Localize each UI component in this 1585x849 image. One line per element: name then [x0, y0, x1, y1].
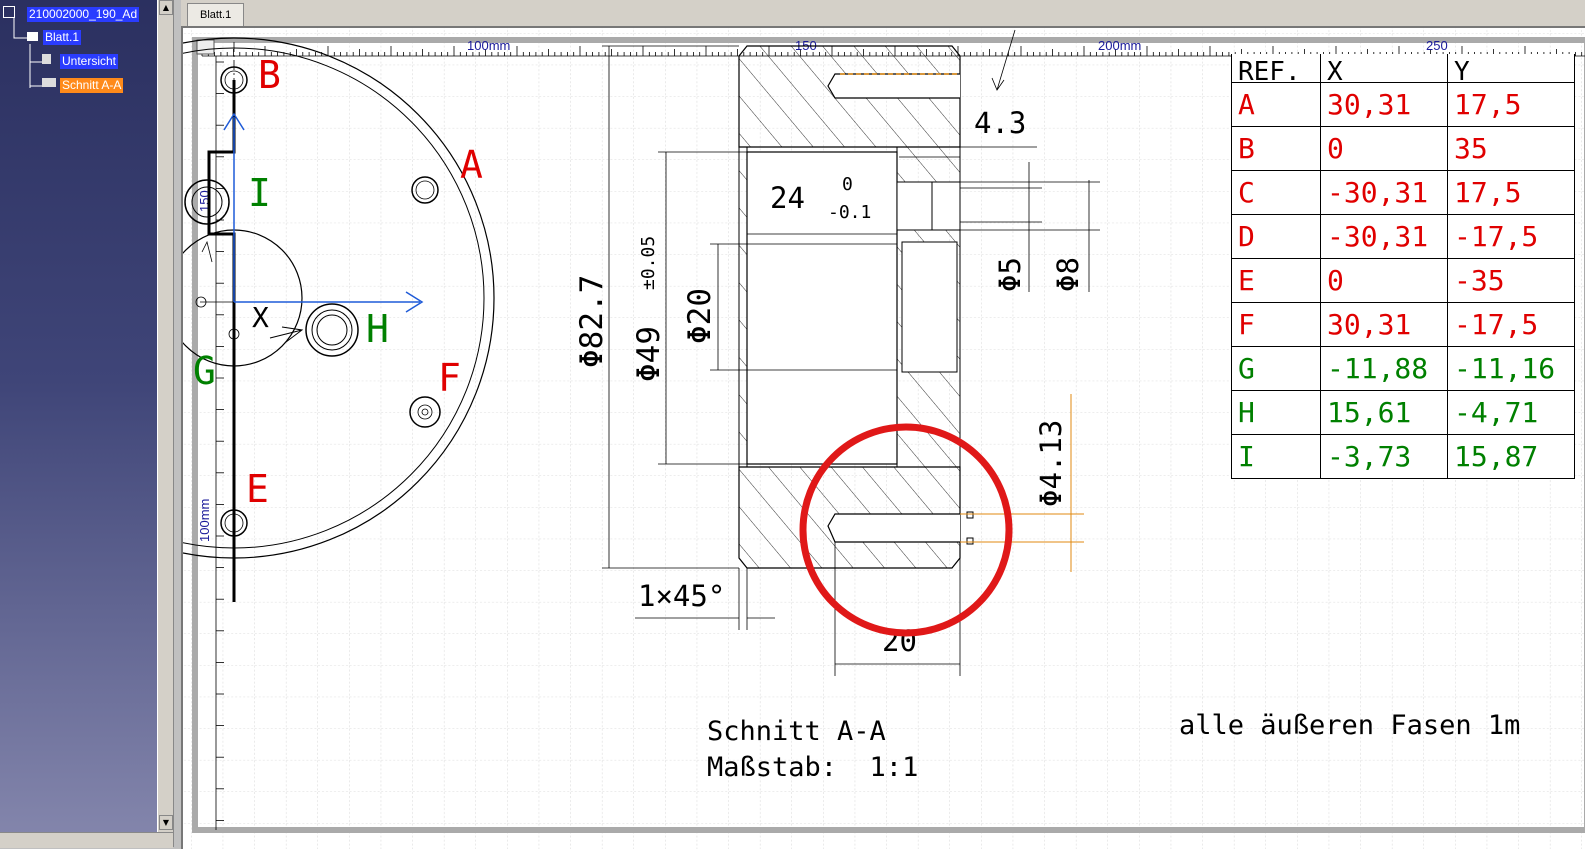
cell-x: -30,31 [1320, 170, 1448, 215]
dim-d20: Φ20 [682, 288, 718, 344]
specification-tree: 210002000_190_Ad Blatt.1 Untersicht Schn… [0, 0, 157, 847]
ruler-label-100: 100mm [467, 38, 510, 53]
chamfer-note: alle äußeren Fasen 1m [1179, 710, 1521, 741]
vruler-label-100: 100mm [197, 499, 212, 542]
table-header-row: REF. X Y [1231, 54, 1575, 83]
tab-blatt-1[interactable]: Blatt.1 [187, 3, 245, 26]
dim-d5: Φ5 [993, 257, 1027, 292]
table-row: F 30,31 -17,5 [1231, 302, 1575, 347]
table-row: I -3,73 15,87 [1231, 434, 1575, 479]
ruler-label-200: 200mm [1098, 38, 1141, 53]
tree-connectors [13, 18, 42, 88]
dim-d49: Φ49 [631, 326, 667, 382]
dim-tol-lower: -0.1 [828, 202, 871, 223]
table-row: C -30,31 17,5 [1231, 170, 1575, 215]
cell-y: 15,87 [1447, 434, 1575, 479]
table-row: D -30,31 -17,5 [1231, 214, 1575, 259]
tree-horizontal-scrollbar[interactable] [0, 832, 173, 848]
cell-y: 17,5 [1447, 82, 1575, 127]
cell-y: 17,5 [1447, 170, 1575, 215]
cell-y: -4,71 [1447, 390, 1575, 435]
dim-d8: Φ8 [1051, 257, 1085, 292]
ruler-label-250: 250 [1426, 38, 1448, 53]
cell-x: 30,31 [1320, 82, 1448, 127]
coordinate-table: REF. X Y A 30,31 17,5 B 0 35 C -30,31 17,5 D -3… [1231, 54, 1575, 479]
cell-x: 30,31 [1320, 302, 1448, 347]
cell-x: 15,61 [1320, 390, 1448, 435]
cell-ref: G [1231, 346, 1321, 391]
cell-y: -11,16 [1447, 346, 1575, 391]
cell-x: 0 [1320, 258, 1448, 303]
cell-ref: A [1231, 82, 1321, 127]
sheet-tab-bar: Blatt.1 [181, 0, 1585, 26]
table-row: G -11,88 -11,16 [1231, 346, 1575, 391]
section-title: Schnitt A-A [707, 716, 886, 747]
header-ref: REF. [1231, 54, 1321, 83]
ruler-corner-icon[interactable] [196, 39, 215, 55]
marker-i: I [248, 171, 271, 215]
marker-f: F [438, 356, 461, 400]
dim-chamfer: 1×45° [638, 579, 725, 613]
table-row: E 0 -35 [1231, 258, 1575, 303]
cell-ref: E [1231, 258, 1321, 303]
marker-g: G [193, 349, 216, 393]
tree-vertical-scrollbar[interactable]: ▲ ▼ [157, 0, 174, 847]
marker-h: H [366, 307, 389, 351]
marker-e: E [246, 467, 269, 511]
cell-x: -11,88 [1320, 346, 1448, 391]
cell-y: -35 [1447, 258, 1575, 303]
cell-y: -17,5 [1447, 214, 1575, 259]
cell-ref: C [1231, 170, 1321, 215]
table-row: H 15,61 -4,71 [1231, 390, 1575, 435]
table-row: A 30,31 17,5 [1231, 82, 1575, 127]
tree-view-schnitt[interactable]: Schnitt A-A [60, 78, 124, 93]
view-schnitt-a-a[interactable] [738, 45, 974, 569]
header-y: Y [1447, 54, 1575, 83]
dim-d49-tol: ±0.05 [638, 236, 659, 290]
section-title-block: Schnitt A-A Maßstab: 1:1 [707, 714, 918, 786]
dim-d4-13: Φ4.13 [1034, 420, 1068, 507]
table-row: B 0 35 [1231, 126, 1575, 171]
cell-ref: H [1231, 390, 1321, 435]
cell-y: -17,5 [1447, 302, 1575, 347]
dim-tol-upper: 0 [842, 174, 853, 195]
dim-d82-7: Φ82.7 [574, 275, 610, 368]
cell-y: 35 [1447, 126, 1575, 171]
cell-x: 0 [1320, 126, 1448, 171]
cell-ref: B [1231, 126, 1321, 171]
dim-4-3: 4.3 [974, 106, 1026, 140]
cell-ref: I [1231, 434, 1321, 479]
section-hatch-left [738, 146, 748, 468]
scroll-down-arrow-icon[interactable]: ▼ [159, 815, 173, 830]
drawing-sheet[interactable]: 100mm 150 200mm 250 150 100mm [181, 26, 1585, 849]
cell-ref: F [1231, 302, 1321, 347]
cell-x: -3,73 [1320, 434, 1448, 479]
marker-b: B [258, 53, 281, 97]
axis-x-label: X [252, 301, 269, 334]
scale-label: Maßstab: 1:1 [707, 752, 919, 783]
scroll-up-arrow-icon[interactable]: ▲ [159, 0, 173, 15]
cell-x: -30,31 [1320, 214, 1448, 259]
cell-ref: D [1231, 214, 1321, 259]
header-x: X [1320, 54, 1448, 83]
dim-24: 24 [770, 181, 805, 215]
marker-a: A [460, 143, 483, 187]
tree-view-untersicht[interactable]: Untersicht [60, 54, 119, 69]
